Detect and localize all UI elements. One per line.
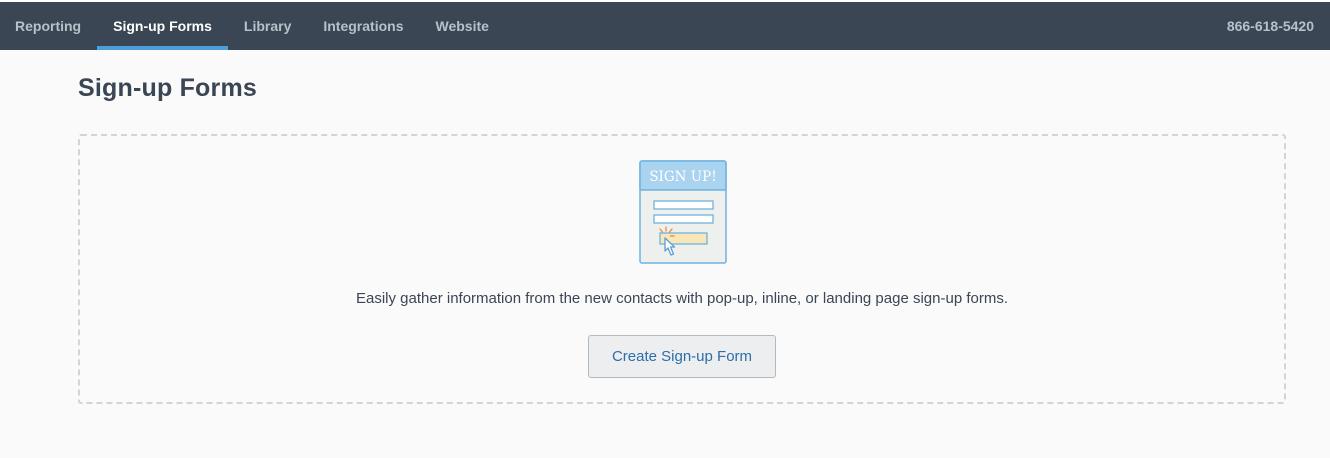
empty-state-panel: SIGN UP! Easily gather information from … — [78, 134, 1286, 404]
empty-state-description: Easily gather information from the new c… — [355, 290, 1008, 307]
create-sign-up-form-button[interactable]: Create Sign-up Form — [588, 335, 776, 378]
tab-website[interactable]: Website — [419, 2, 504, 50]
signup-form-illustration-icon: SIGN UP! — [639, 160, 727, 264]
main-content: Sign-up Forms SIGN UP! Easily gather inf… — [0, 50, 1330, 458]
tab-library[interactable]: Library — [228, 2, 307, 50]
main-nav: Reporting Sign-up Forms Library Integrat… — [0, 2, 505, 50]
tab-reporting[interactable]: Reporting — [0, 2, 97, 50]
phone-number: 866-618-5420 — [1226, 18, 1314, 34]
top-navigation-bar: Reporting Sign-up Forms Library Integrat… — [0, 2, 1330, 50]
page-title: Sign-up Forms — [78, 74, 257, 102]
tab-sign-up-forms[interactable]: Sign-up Forms — [97, 2, 228, 50]
tab-integrations[interactable]: Integrations — [307, 2, 419, 50]
illustration-heading: SIGN UP! — [649, 169, 716, 185]
